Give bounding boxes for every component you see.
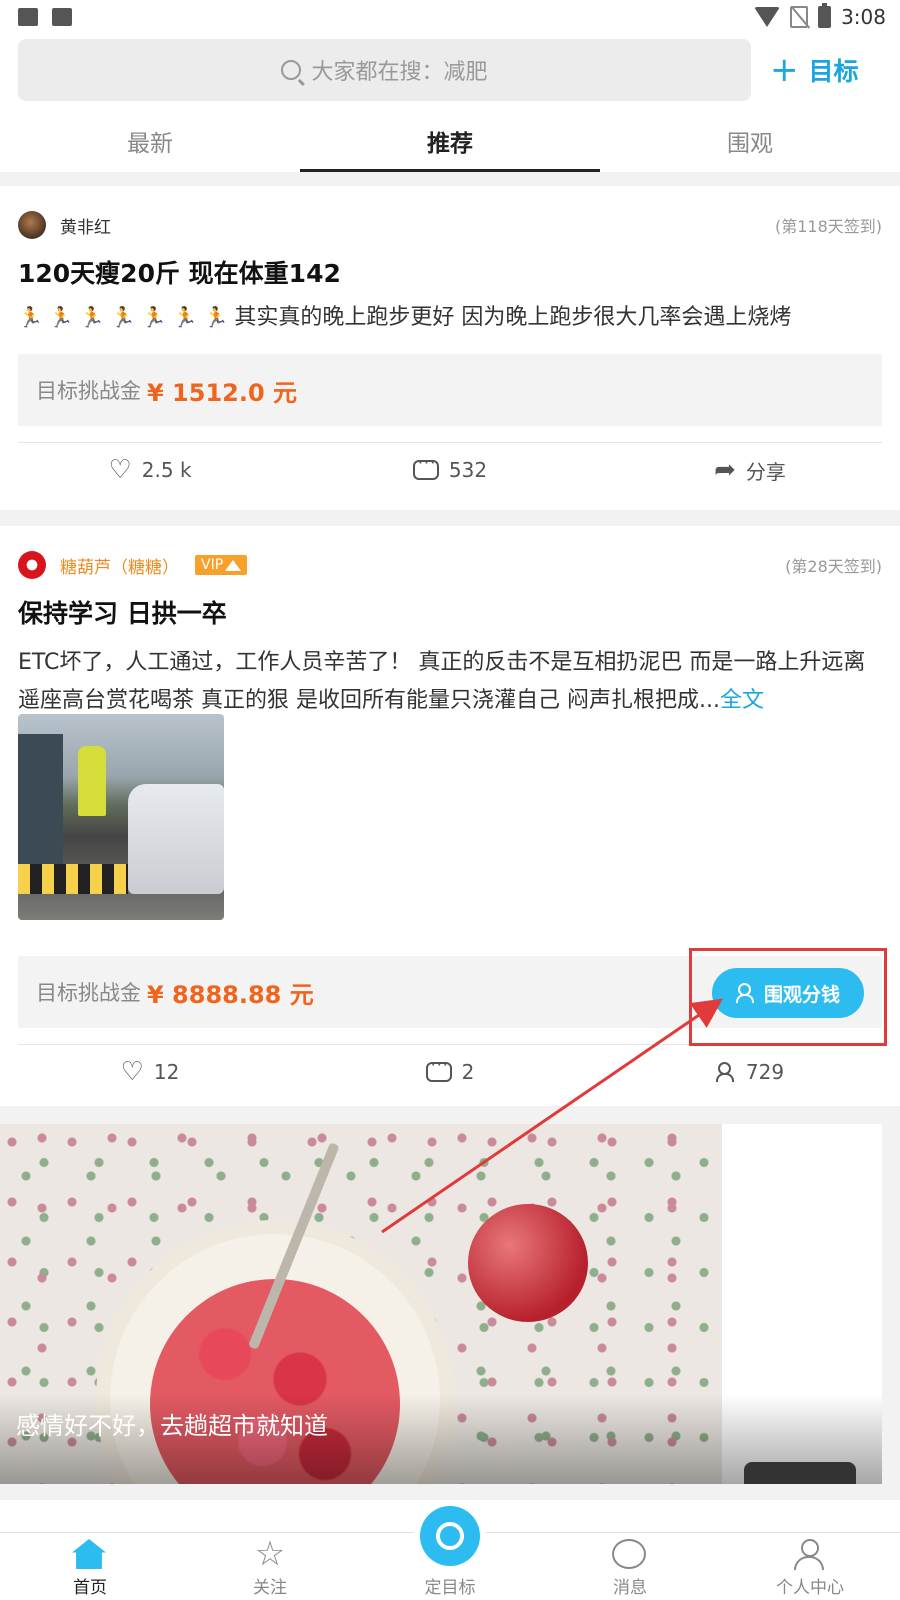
search-placeholder: 大家都在搜：减肥: [311, 60, 488, 85]
gallery-notification-icon: [18, 8, 38, 26]
challenge-prize: 目标挑战金 ¥ 1512.0 元: [18, 354, 882, 426]
text-notification-icon: [52, 8, 72, 26]
like-count: 12: [153, 1060, 180, 1084]
comment-icon: [412, 453, 439, 480]
watcher-count: 729: [745, 1060, 785, 1084]
status-notifications: [18, 8, 72, 26]
tab-recommended[interactable]: 推荐: [300, 106, 600, 172]
prize-label: 目标挑战金: [36, 981, 141, 1005]
post-body-text: 其实真的晚上跑步更好 因为晚上跑步很大几率会遇上烧烤: [234, 305, 792, 330]
nav-home[interactable]: 首页: [0, 1533, 180, 1600]
author-name[interactable]: 黄非红: [60, 213, 111, 238]
search-icon: [281, 60, 302, 80]
runner-icon: 🏃: [79, 305, 105, 329]
heart-icon: ♡: [120, 1057, 144, 1087]
post-author-row: 黄非红 (第118天签到): [18, 210, 882, 240]
post-actions: ♡ 12 2 729: [0, 1052, 900, 1092]
nav-profile-label: 个人中心: [776, 1578, 844, 1598]
nav-messages-label: 消息: [613, 1578, 647, 1598]
comment-button[interactable]: 532: [300, 450, 600, 490]
like-count: 2.5 k: [141, 458, 192, 482]
promo-banner[interactable]: 感情好不好，去趟超市就知道: [0, 1124, 882, 1484]
status-time: 3:08: [841, 5, 886, 29]
comment-count: 2: [461, 1060, 475, 1084]
nav-profile[interactable]: 个人中心: [720, 1533, 900, 1600]
search-bar[interactable]: 大家都在搜：减肥: [18, 39, 751, 101]
status-indicators: 3:08: [754, 3, 886, 29]
post-author-row: 糖葫芦（糖糖） VIP (第28天签到): [18, 550, 882, 580]
heart-icon: ♡: [108, 455, 132, 485]
runner-icon: 🏃: [110, 305, 136, 329]
watchers-button[interactable]: 729: [600, 1052, 900, 1092]
add-goal-button[interactable]: + 目标: [770, 50, 859, 90]
comment-button[interactable]: 2: [300, 1052, 600, 1092]
tab-latest[interactable]: 最新: [0, 106, 300, 172]
photo-barrier: [18, 864, 128, 894]
runner-icon: 🏃: [141, 305, 167, 329]
app-screen: 3:08 大家都在搜：减肥 + 目标 最新 推荐 围观 黄非红 (第118天签到…: [0, 0, 900, 1600]
post-actions: ♡ 2.5 k 532 ➦ 分享: [0, 450, 900, 490]
runner-icon: 🏃: [18, 305, 43, 329]
wifi-icon: [754, 7, 781, 27]
apple-graphic: [468, 1204, 588, 1322]
tab-watching[interactable]: 围观: [600, 106, 900, 172]
crown-icon: [225, 559, 242, 571]
photo-car: [128, 784, 224, 894]
runner-icon: 🏃: [172, 305, 198, 329]
add-goal-label: 目标: [808, 57, 859, 86]
feed-tabs: 最新 推荐 围观: [0, 106, 900, 172]
home-icon: [72, 1539, 106, 1569]
runner-icon: 🏃: [48, 305, 74, 329]
nav-set-goal-label: 定目标: [424, 1578, 476, 1598]
prize-amount: ¥ 8888.88 元: [147, 980, 314, 1009]
post-body: 🏃 🏃 🏃 🏃 🏃 🏃 🏃 其实真的晚上跑步更好 因为晚上跑步很大几率会遇上烧烤: [18, 298, 882, 337]
battery-charging-icon: [818, 3, 832, 28]
full-text-link[interactable]: 全文: [720, 688, 764, 713]
nav-home-label: 首页: [73, 1578, 107, 1598]
set-goal-center-button[interactable]: [420, 1506, 480, 1566]
comment-count: 532: [448, 458, 488, 482]
share-button[interactable]: ➦ 分享: [600, 450, 900, 490]
avatar[interactable]: [18, 551, 46, 579]
nav-follow[interactable]: ☆ 关注: [180, 1533, 360, 1600]
runner-icon: 🏃: [203, 305, 229, 329]
post-body: ETC坏了，人工通过，工作人员辛苦了！ 真正的反击不是互相扔泥巴 而是一路上升远…: [18, 644, 882, 720]
divider: [18, 442, 882, 443]
banner-page-indicator: [744, 1462, 856, 1484]
star-icon: ☆: [254, 1534, 286, 1574]
post-card[interactable]: 黄非红 (第118天签到) 120天瘦20斤 现在体重142 🏃 🏃 🏃 🏃 🏃 🏃 🏃 其实…: [0, 186, 900, 510]
avatar[interactable]: [18, 211, 46, 239]
prize-amount: ¥ 1512.0 元: [147, 378, 298, 407]
photo-worker: [78, 746, 106, 816]
plus-icon: +: [770, 50, 799, 90]
post-title: 保持学习 日拱一卒: [18, 599, 227, 628]
post-title: 120天瘦20斤 现在体重142: [18, 259, 341, 288]
vip-badge: VIP: [195, 555, 248, 575]
share-label: 分享: [745, 459, 786, 484]
prize-label: 目标挑战金: [36, 379, 141, 403]
checkin-days: (第28天签到): [785, 557, 882, 576]
annotation-highlight-box: [689, 948, 887, 1046]
no-sim-icon: [790, 6, 809, 28]
people-icon: [715, 1062, 736, 1082]
top-header: 大家都在搜：减肥 + 目标 最新 推荐 围观: [0, 36, 900, 172]
vip-label: VIP: [201, 557, 224, 573]
status-bar: 3:08: [0, 0, 900, 36]
comment-icon: [425, 1055, 452, 1082]
like-button[interactable]: ♡ 2.5 k: [0, 450, 300, 490]
post-photo[interactable]: [18, 714, 224, 920]
photo-toll-booth: [18, 734, 63, 864]
author-name[interactable]: 糖葫芦（糖糖）: [60, 553, 179, 578]
like-button[interactable]: ♡ 12: [0, 1052, 300, 1092]
banner-caption: 感情好不好，去趟超市就知道: [16, 1412, 328, 1440]
checkin-days: (第118天签到): [774, 217, 882, 236]
nav-follow-label: 关注: [253, 1578, 287, 1598]
user-icon: [792, 1539, 824, 1571]
share-icon: ➦: [714, 455, 736, 485]
message-icon: [612, 1539, 646, 1569]
nav-messages[interactable]: 消息: [540, 1533, 720, 1600]
target-icon: [436, 1522, 464, 1550]
